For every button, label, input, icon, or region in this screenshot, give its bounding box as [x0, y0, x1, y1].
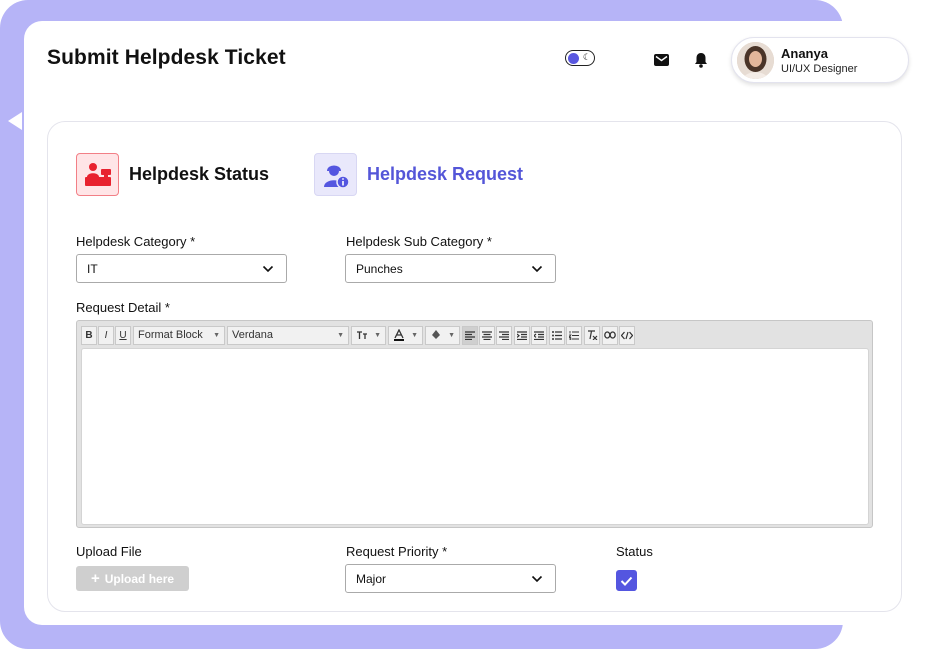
request-detail-textarea[interactable]	[81, 348, 869, 525]
clear-format-icon	[587, 330, 597, 340]
caret-down-icon: ▼	[213, 331, 220, 339]
checkmark-icon	[620, 576, 633, 586]
font-size-icon	[357, 331, 367, 339]
align-center-button[interactable]	[479, 325, 495, 345]
user-role: UI/UX Designer	[781, 63, 858, 75]
priority-value: Major	[356, 571, 387, 586]
bullet-list-button[interactable]	[549, 325, 565, 345]
bold-button[interactable]: B	[81, 325, 97, 345]
italic-label: I	[104, 329, 108, 341]
category-label: Helpdesk Category *	[76, 234, 196, 249]
align-left-button[interactable]	[462, 325, 478, 345]
font-size-select[interactable]: ▼	[351, 325, 386, 345]
tab-helpdesk-request[interactable]: Helpdesk Request	[314, 153, 523, 196]
indent-button[interactable]	[514, 325, 530, 345]
caret-down-icon: ▼	[411, 331, 418, 339]
sub-category-label: Helpdesk Sub Category *	[346, 234, 492, 249]
align-right-icon	[499, 330, 509, 340]
format-block-value: Format Block	[138, 329, 203, 341]
support-agent-icon	[314, 153, 357, 196]
bell-icon[interactable]	[691, 50, 711, 70]
background-color-select[interactable]: ▼	[425, 325, 460, 345]
align-right-button[interactable]	[496, 325, 512, 345]
request-detail-label: Request Detail *	[76, 300, 170, 315]
insert-link-button[interactable]	[602, 325, 618, 345]
font-family-select[interactable]: Verdana ▼	[227, 325, 349, 345]
chevron-down-icon	[531, 575, 543, 583]
sub-category-select[interactable]: Punches	[345, 254, 556, 283]
status-checkbox[interactable]	[616, 570, 637, 591]
upload-button[interactable]: + Upload here	[76, 566, 189, 591]
fill-color-icon	[432, 330, 440, 339]
chevron-down-icon	[531, 265, 543, 273]
text-color-select[interactable]: ▼	[388, 325, 423, 345]
caret-down-icon: ▼	[337, 331, 344, 339]
caret-down-icon: ▼	[374, 331, 381, 339]
text-color-icon	[394, 329, 404, 341]
chevron-down-icon	[262, 265, 274, 273]
link-icon	[604, 331, 616, 339]
numbered-list-button[interactable]	[566, 325, 582, 345]
rich-text-editor: B I U Format Block ▼ Verdana ▼ ▼ ▼ ▼	[76, 320, 873, 528]
italic-button[interactable]: I	[98, 325, 114, 345]
tab-label: Helpdesk Request	[367, 164, 524, 184]
outdent-icon	[534, 330, 544, 340]
indent-icon	[517, 330, 527, 340]
font-family-value: Verdana	[232, 329, 273, 341]
align-left-icon	[465, 330, 475, 340]
code-icon	[621, 331, 633, 339]
avatar	[737, 42, 774, 79]
upload-label: Upload File	[76, 544, 142, 559]
bullet-list-icon	[552, 330, 562, 340]
priority-select[interactable]: Major	[345, 564, 556, 593]
underline-label: U	[119, 329, 127, 341]
caret-down-icon: ▼	[448, 331, 455, 339]
format-block-select[interactable]: Format Block ▼	[133, 325, 225, 345]
category-value: IT	[87, 261, 98, 276]
outdent-button[interactable]	[531, 325, 547, 345]
user-name: Ananya	[781, 46, 828, 61]
sun-icon	[568, 52, 579, 64]
sub-category-value: Punches	[356, 261, 403, 276]
theme-toggle[interactable]: ☾	[565, 50, 595, 66]
editor-toolbar: B I U Format Block ▼ Verdana ▼ ▼ ▼ ▼	[81, 325, 635, 345]
page-title: Submit Helpdesk Ticket	[47, 46, 286, 69]
mail-icon[interactable]	[651, 50, 671, 70]
priority-label: Request Priority *	[346, 544, 448, 559]
category-select[interactable]: IT	[76, 254, 287, 283]
user-profile-chip[interactable]: Ananya UI/UX Designer	[731, 37, 909, 83]
frame-notch	[8, 112, 22, 130]
underline-button[interactable]: U	[115, 325, 131, 345]
align-center-icon	[482, 330, 492, 340]
moon-icon: ☾	[582, 52, 591, 62]
tab-label: Helpdesk Status	[129, 164, 270, 184]
clear-format-button[interactable]	[584, 325, 600, 345]
tab-helpdesk-status[interactable]: Helpdesk Status	[76, 153, 269, 196]
plus-icon: +	[90, 570, 100, 587]
status-label: Status	[616, 544, 653, 559]
numbered-list-icon	[569, 330, 579, 340]
helpdesk-desk-icon	[76, 153, 119, 196]
upload-button-label: Upload here	[104, 571, 175, 586]
bold-label: B	[85, 329, 93, 341]
source-code-button[interactable]	[619, 325, 635, 345]
